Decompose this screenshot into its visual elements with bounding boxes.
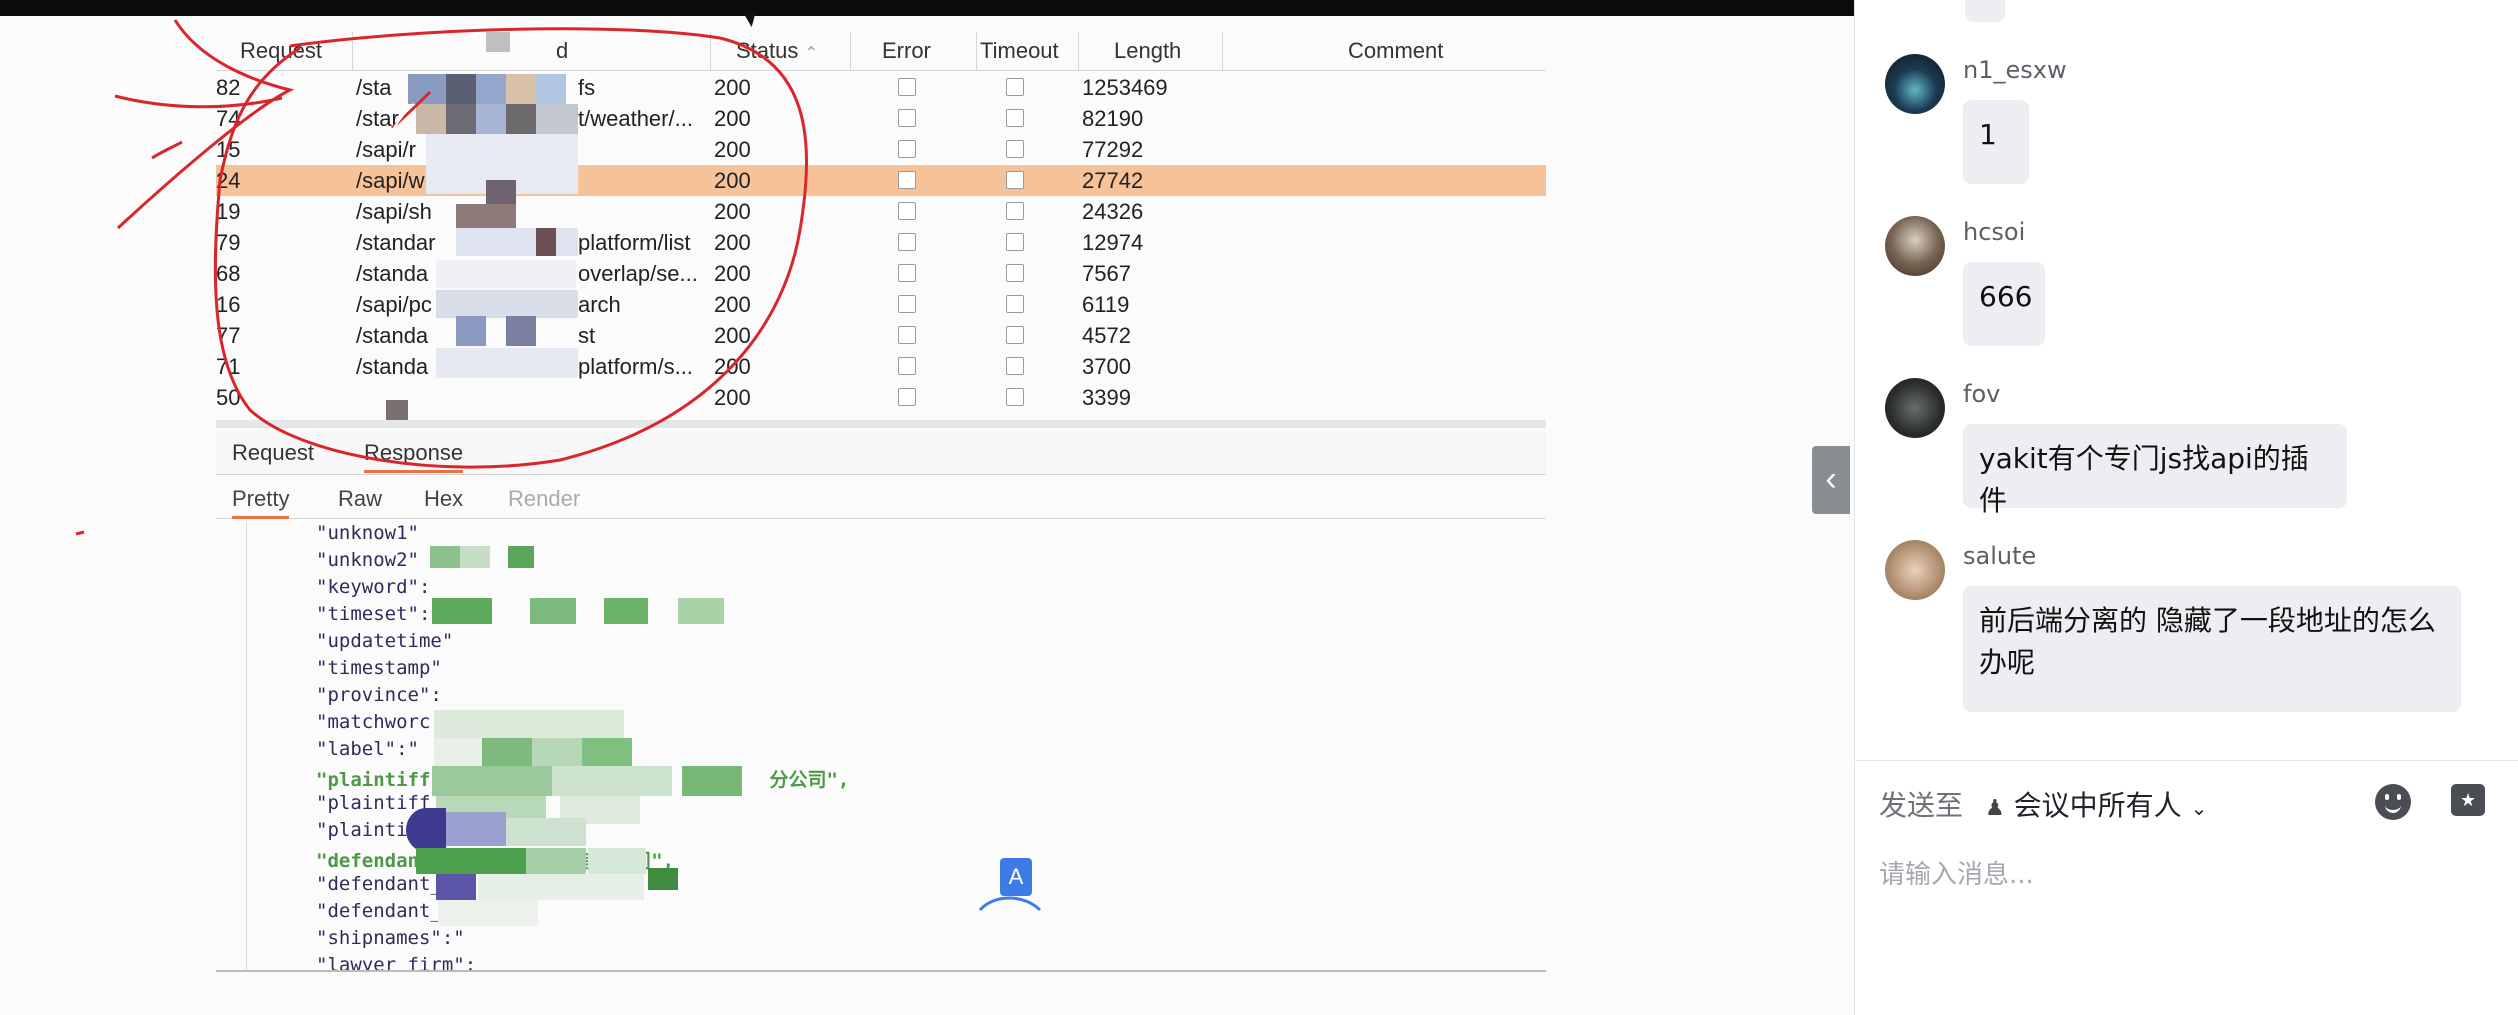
- chat-username: fov: [1963, 380, 2001, 408]
- meeting-chat-panel: n1_esxw 1 hcsoi 666 fov yakit有个专门js找api的…: [1854, 0, 2518, 1015]
- chat-message: 1: [1963, 100, 2029, 184]
- mosaic-redaction: [526, 848, 586, 874]
- code-line: "defendant_: [316, 900, 442, 922]
- mosaic-redaction: [678, 598, 724, 624]
- recipient-label: 会议中所有人: [2013, 789, 2182, 822]
- emoji-eye: [2397, 794, 2401, 800]
- hand-drawn-annotation: [75, 19, 808, 536]
- avatar[interactable]: [1885, 54, 1945, 114]
- code-line: "matchworc: [316, 711, 431, 733]
- code-line: "label":": [316, 738, 419, 760]
- emoji-icon[interactable]: [2375, 784, 2411, 820]
- mosaic-redaction: [434, 710, 624, 738]
- mosaic-redaction: [432, 766, 552, 796]
- recipient-selector[interactable]: ♟ 会议中所有人 ⌄: [1985, 784, 2207, 824]
- mosaic-redaction: [478, 874, 644, 900]
- chat-message: 前后端分离的 隐藏了一段地址的怎么办呢: [1963, 586, 2461, 712]
- emoji-smile: [2385, 802, 2401, 813]
- code-line: "timestamp": [316, 657, 442, 679]
- code-line: "shipnames":": [316, 927, 465, 949]
- mosaic-redaction: [406, 808, 446, 852]
- mosaic-redaction: [438, 900, 538, 926]
- mosaic-redaction: [432, 598, 492, 624]
- send-to-label: 发送至: [1879, 789, 1964, 822]
- chat-username: hcsoi: [1963, 218, 2026, 246]
- emoji-eye: [2385, 794, 2389, 800]
- chat-username: n1_esxw: [1963, 56, 2067, 84]
- mosaic-redaction: [604, 598, 648, 624]
- code-line: "lawyer_firm":: [316, 954, 477, 972]
- collapse-panel-button[interactable]: ‹: [1812, 446, 1850, 514]
- translate-badge-arc: [978, 896, 1042, 912]
- code-gutter: [246, 522, 247, 970]
- avatar[interactable]: [1885, 378, 1945, 438]
- chat-bubble-partial: [1965, 0, 2005, 22]
- mosaic-redaction: [482, 738, 532, 766]
- chevron-left-icon: ‹: [1825, 460, 1837, 498]
- mosaic-redaction: [506, 818, 586, 846]
- chevron-down-icon: ⌄: [2190, 796, 2208, 820]
- chat-message: yakit有个专门js找api的插件: [1963, 424, 2347, 517]
- mosaic-redaction: [416, 848, 526, 874]
- code-line: "keyword":: [316, 576, 431, 598]
- chat-message: 666: [1963, 262, 2045, 346]
- avatar[interactable]: [1885, 216, 1945, 276]
- star-icon: ★: [2460, 790, 2477, 811]
- avatar[interactable]: [1885, 540, 1945, 600]
- mosaic-redaction: [532, 738, 582, 766]
- code-line: "province":: [316, 684, 442, 706]
- code-line: "timeset":: [316, 603, 431, 625]
- person-icon: ♟: [1985, 796, 2005, 821]
- response-body-viewer[interactable]: "unknow1" "unknow2" "keyword": "timeset"…: [216, 522, 1546, 972]
- mosaic-redaction: [446, 812, 506, 846]
- message-input[interactable]: 请输入消息...: [1879, 854, 2034, 891]
- mosaic-redaction: [530, 598, 576, 624]
- mosaic-redaction: [436, 874, 476, 900]
- mosaic-redaction: [552, 766, 672, 796]
- code-line: "updatetime": [316, 630, 454, 652]
- mosaic-redaction: [648, 868, 678, 890]
- chat-username: salute: [1963, 542, 2037, 570]
- folder-star-icon[interactable]: ★: [2451, 784, 2485, 816]
- code-line: "plainti: [316, 819, 408, 841]
- mosaic-redaction: [682, 766, 742, 796]
- divider: [1855, 760, 2518, 761]
- mosaic-redaction: [588, 848, 646, 874]
- mosaic-redaction: [582, 738, 632, 766]
- code-line: "defendant_: [316, 873, 442, 895]
